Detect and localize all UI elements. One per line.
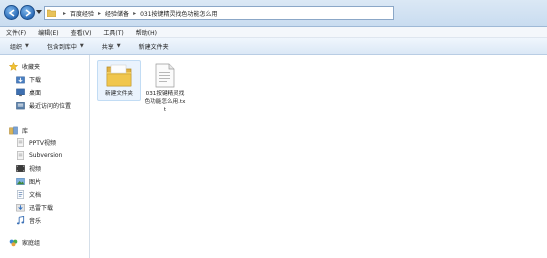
download-folder-icon — [16, 76, 25, 84]
music-icon — [16, 216, 25, 225]
sidebar-item-recent-places[interactable]: 最近访问的位置 — [16, 100, 71, 111]
menu-bar: 文件(F) 编辑(E) 查看(V) 工具(T) 帮助(H) — [0, 27, 547, 38]
sidebar-item-homegroup[interactable]: 家庭组 — [9, 237, 40, 248]
organize-button[interactable]: 组织 ▼ — [10, 42, 29, 51]
sidebar-item-subversion[interactable]: Subversion — [16, 150, 62, 161]
file-item-text-document[interactable]: 031按键精灵找色功能怎么用.txt — [143, 60, 187, 116]
sidebar-item-downloads[interactable]: 下载 — [16, 74, 41, 85]
breadcrumb-separator[interactable]: ▸ — [94, 10, 105, 17]
library-icon — [9, 126, 18, 135]
new-folder-label: 新建文件夹 — [138, 43, 169, 51]
file-item-new-folder[interactable]: 新建文件夹 — [97, 60, 141, 101]
sidebar-item-pictures[interactable]: 图片 — [16, 176, 41, 187]
organize-label: 组织 — [10, 43, 23, 51]
sidebar-item-label: 文档 — [29, 192, 42, 199]
address-bar[interactable]: ▸ 百度经验 ▸ 经验储备 ▸ 031按键精灵找色功能怎么用 — [44, 6, 394, 20]
chevron-down-icon: ▼ — [79, 43, 84, 49]
recent-places-icon — [16, 102, 25, 110]
pictures-icon — [16, 178, 25, 185]
homegroup-icon — [9, 239, 18, 247]
document-icon — [17, 151, 24, 160]
command-bar: 组织 ▼ 包含到库中 ▼ 共享 ▼ 新建文件夹 — [0, 38, 547, 55]
breadcrumb-item[interactable]: 百度经验 — [70, 9, 94, 18]
download-icon — [16, 204, 25, 212]
sidebar-item-xunlei-downloads[interactable]: 迅雷下载 — [16, 202, 53, 213]
back-button[interactable] — [4, 5, 19, 20]
document-icon — [17, 138, 24, 147]
breadcrumb-separator[interactable]: ▸ — [129, 10, 140, 17]
folder-icon — [106, 64, 132, 87]
history-dropdown-icon[interactable] — [36, 10, 42, 15]
menu-tools[interactable]: 工具(T) — [103, 28, 123, 37]
menu-edit[interactable]: 编辑(E) — [38, 28, 58, 37]
sidebar-item-libraries[interactable]: 库 — [9, 125, 28, 136]
chevron-down-icon: ▼ — [116, 43, 121, 49]
sidebar-item-label: PPTV视频 — [29, 140, 57, 147]
sidebar-item-label: 收藏夹 — [22, 64, 41, 71]
sidebar-item-documents[interactable]: 文档 — [16, 189, 41, 200]
sidebar-item-label: 家庭组 — [22, 240, 41, 247]
menu-file[interactable]: 文件(F) — [6, 28, 26, 37]
folder-icon — [47, 9, 56, 17]
file-name: 031按键精灵找色功能怎么用.txt — [144, 91, 186, 113]
sidebar-item-pptv[interactable]: PPTV视频 — [16, 137, 56, 148]
sidebar-item-label: 视频 — [29, 166, 42, 173]
file-name: 新建文件夹 — [105, 91, 133, 97]
documents-icon — [17, 190, 24, 199]
sidebar-item-music[interactable]: 音乐 — [16, 215, 41, 226]
breadcrumb-item[interactable]: 031按键精灵找色功能怎么用 — [140, 9, 217, 18]
navigation-pane: 收藏夹 下载 桌面 最近访问的位置 库 PPTV视频 Subversion 视频… — [0, 55, 90, 258]
sidebar-item-desktop[interactable]: 桌面 — [16, 87, 41, 98]
video-icon — [16, 165, 25, 172]
sidebar-item-label: 图片 — [29, 179, 42, 186]
sidebar-item-label: 桌面 — [29, 90, 42, 97]
share-button[interactable]: 共享 ▼ — [102, 42, 121, 51]
arrow-right-icon — [25, 9, 32, 17]
sidebar-item-favorites[interactable]: 收藏夹 — [9, 61, 40, 72]
menu-view[interactable]: 查看(V) — [71, 28, 92, 37]
sidebar-item-label: 音乐 — [29, 218, 42, 225]
forward-button[interactable] — [20, 5, 35, 20]
include-in-library-button[interactable]: 包含到库中 ▼ — [47, 42, 84, 51]
sidebar-item-label: 库 — [22, 128, 29, 135]
star-icon — [9, 62, 18, 71]
text-file-icon — [155, 63, 175, 88]
sidebar-item-label: 最近访问的位置 — [29, 103, 72, 110]
menu-help[interactable]: 帮助(H) — [136, 28, 157, 37]
arrow-left-icon — [8, 9, 15, 17]
new-folder-button[interactable]: 新建文件夹 — [139, 42, 169, 51]
file-list-pane: 新建文件夹 031按键精灵找色功能怎么用.txt — [91, 55, 547, 258]
sidebar-item-videos[interactable]: 视频 — [16, 163, 41, 174]
address-toolbar: ▸ 百度经验 ▸ 经验储备 ▸ 031按键精灵找色功能怎么用 — [0, 0, 547, 27]
include-in-library-label: 包含到库中 — [46, 43, 77, 51]
sidebar-item-label: Subversion — [29, 152, 63, 159]
breadcrumb-item[interactable]: 经验储备 — [105, 9, 129, 18]
sidebar-item-label: 迅雷下载 — [29, 205, 54, 212]
desktop-icon — [16, 88, 25, 97]
share-label: 共享 — [101, 43, 114, 51]
chevron-down-icon: ▼ — [25, 43, 29, 49]
sidebar-item-label: 下载 — [29, 77, 42, 84]
breadcrumb-separator: ▸ — [63, 9, 67, 17]
